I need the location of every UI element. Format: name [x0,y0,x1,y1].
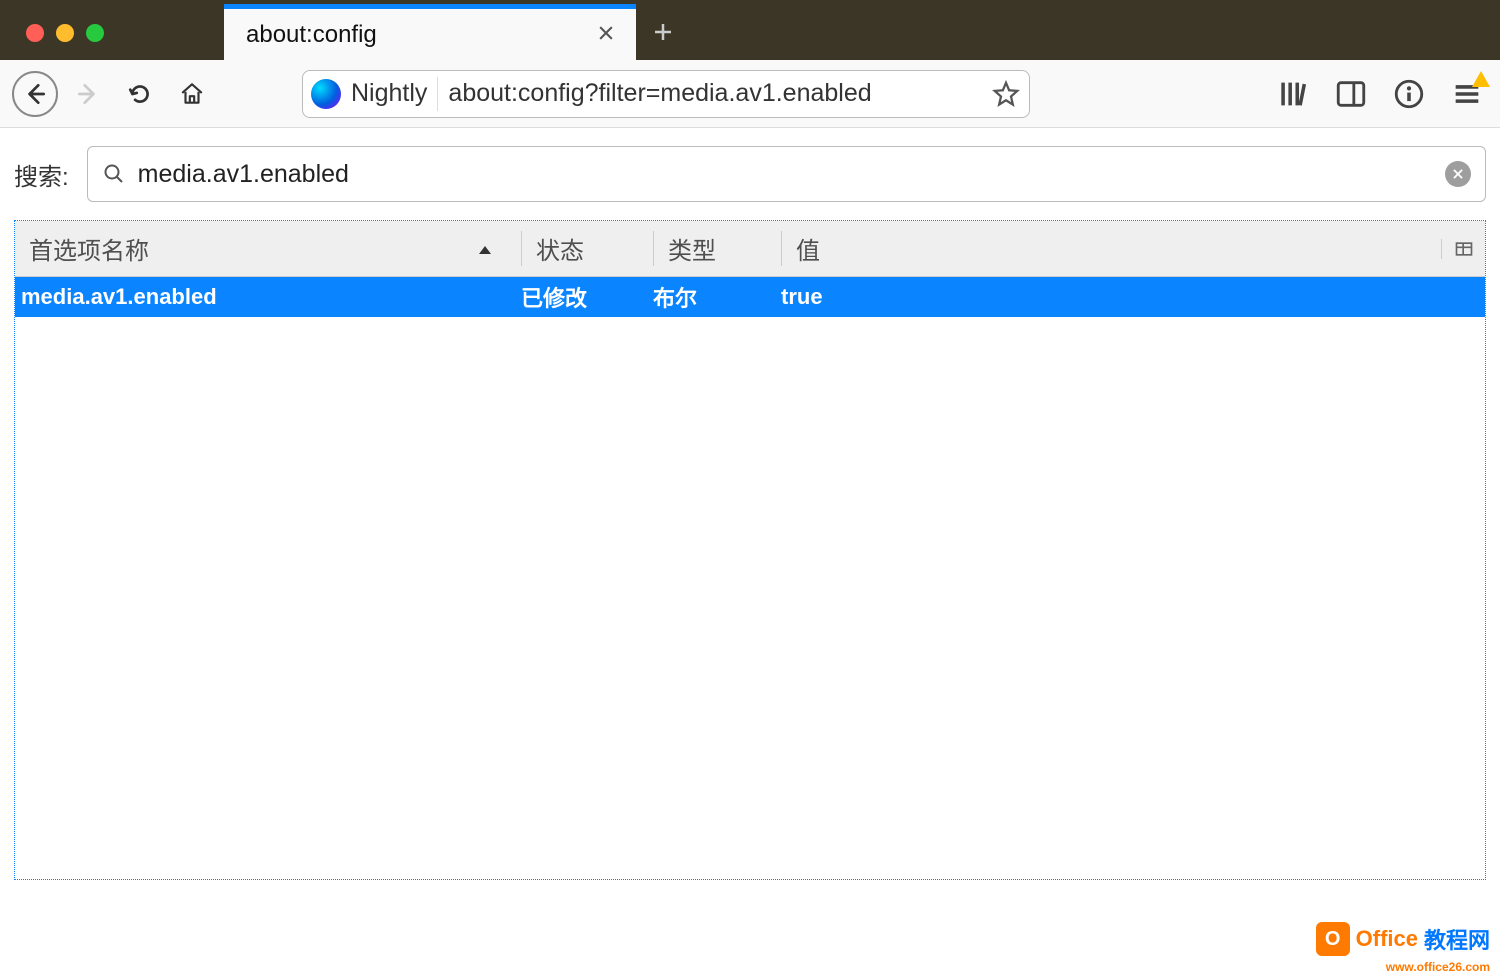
cell-status: 已修改 [521,281,653,313]
column-label: 值 [796,231,820,266]
url-text: about:config?filter=media.av1.enabled [448,79,981,108]
watermark-url: www.office26.com [1386,960,1490,974]
toolbar-right [1276,77,1488,111]
forward-button[interactable] [66,72,110,116]
search-input[interactable] [138,160,1433,189]
column-header-status[interactable]: 状态 [521,231,653,266]
watermark-text-1: Office [1356,926,1418,952]
watermark-text-2: 教程网 [1424,923,1490,955]
search-input-container[interactable] [87,146,1486,202]
column-picker-icon [1454,239,1474,259]
reload-icon [127,81,153,107]
cell-value: true [781,284,1485,310]
table-row[interactable]: media.av1.enabled 已修改 布尔 true [15,277,1485,317]
clear-search-button[interactable] [1445,161,1471,187]
search-icon [102,162,126,186]
sidebar-icon[interactable] [1334,77,1368,111]
new-tab-button[interactable] [636,4,690,60]
address-bar[interactable]: Nightly about:config?filter=media.av1.en… [302,70,1030,118]
brand-label: Nightly [351,79,427,108]
divider [437,77,438,111]
config-page: 搜索: 首选项名称 状态 类型 值 [0,128,1500,890]
column-label: 状态 [536,231,584,266]
close-icon [1451,167,1465,181]
column-header-value[interactable]: 值 [781,231,1441,266]
column-header-type[interactable]: 类型 [653,231,781,266]
window-minimize-button[interactable] [56,24,74,42]
watermark: O Office 教程网 [1316,922,1490,956]
back-button[interactable] [12,71,58,117]
cell-type: 布尔 [653,281,781,313]
firefox-nightly-icon [311,79,341,109]
plus-icon [651,20,675,44]
column-header-name[interactable]: 首选项名称 [15,231,521,266]
column-label: 类型 [668,231,716,266]
reload-button[interactable] [118,72,162,116]
window-maximize-button[interactable] [86,24,104,42]
watermark-logo-icon: O [1316,922,1350,956]
app-menu-button[interactable] [1450,77,1484,111]
window-controls [10,24,104,60]
navigation-toolbar: Nightly about:config?filter=media.av1.en… [0,60,1500,128]
window-titlebar: about:config [0,0,1500,60]
table-header-row: 首选项名称 状态 类型 值 [15,221,1485,277]
close-tab-button[interactable] [590,19,622,50]
close-icon [596,23,616,43]
home-icon [179,81,205,107]
arrow-right-icon [75,81,101,107]
warning-badge-icon [1472,71,1490,87]
cell-name: media.av1.enabled [15,284,521,310]
info-icon[interactable] [1392,77,1426,111]
tab-title: about:config [246,21,590,49]
bookmark-star-icon[interactable] [991,79,1021,109]
home-button[interactable] [170,72,214,116]
sort-asc-icon [477,235,493,263]
preferences-table: 首选项名称 状态 类型 值 media.av1.enabled 已修改 布尔 t… [14,220,1486,880]
column-label: 首选项名称 [29,231,149,266]
library-icon[interactable] [1276,77,1310,111]
browser-tab[interactable]: about:config [224,4,636,60]
arrow-left-icon [22,81,48,107]
config-search-bar: 搜索: [14,146,1486,202]
window-close-button[interactable] [26,24,44,42]
column-picker-button[interactable] [1441,239,1485,259]
search-label: 搜索: [14,157,69,192]
